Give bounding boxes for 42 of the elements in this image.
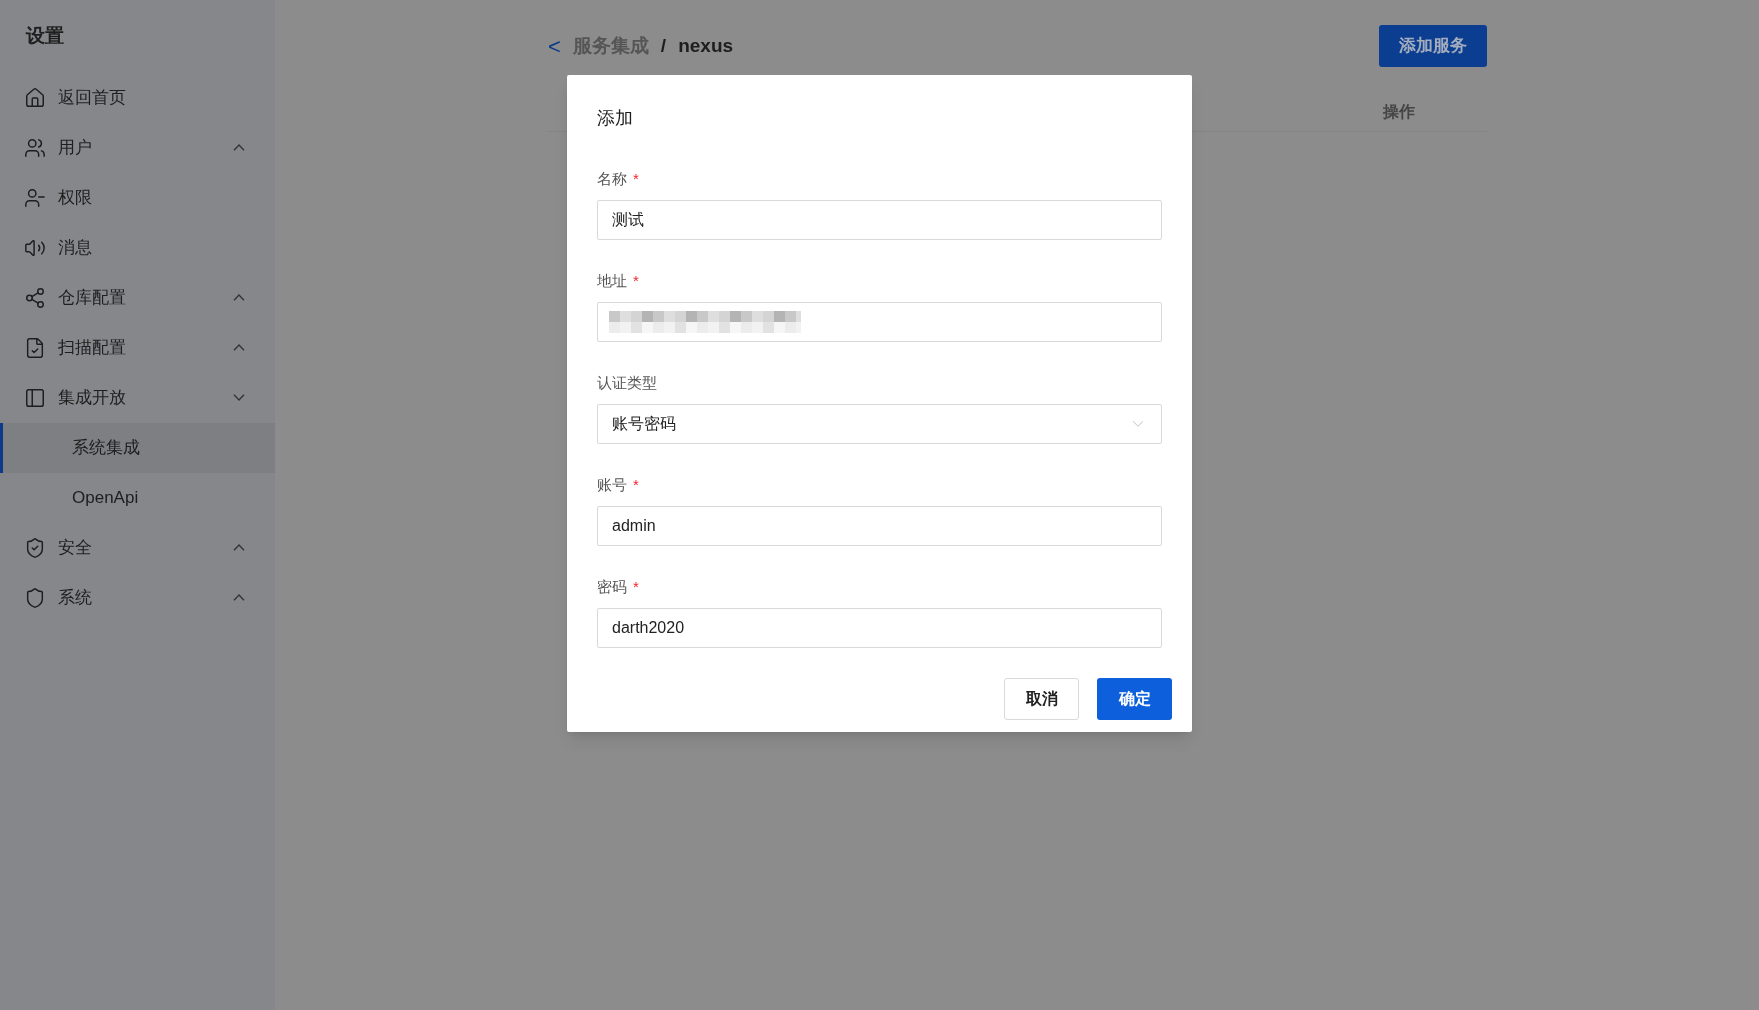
sidebar-subitem[interactable]: 系统集成 [0,422,275,473]
required-mark: * [633,270,639,291]
sidebar-item[interactable]: 集成开放 [0,372,275,423]
field-label: 地址 [597,270,627,291]
sidebar-subitem[interactable]: OpenApi [0,472,275,523]
field-label: 密码 [597,576,627,597]
column-header: 操作 [1383,101,1415,122]
user-icon [24,186,46,209]
breadcrumb-current: nexus [678,33,734,58]
shield-check-icon [24,536,46,559]
sidebar-title: 设置 [24,24,65,48]
shield-icon [24,586,46,609]
cancel-button[interactable]: 取消 [1004,678,1079,720]
back-link[interactable]: < [548,29,561,63]
input-field[interactable]: darth2020 [597,608,1162,648]
sidebar-item[interactable]: 返回首页 [0,72,275,123]
sidebar-item[interactable]: 安全 [0,522,275,573]
nodes-icon [24,286,46,309]
required-mark: * [633,474,639,495]
sidebar-item[interactable]: 权限 [0,172,275,223]
sidebar-item[interactable]: 用户 [0,122,275,173]
field-label: 账号 [597,474,627,495]
add-service-button[interactable]: 添加服务 [1379,25,1487,67]
field-label: 名称 [597,168,627,189]
required-mark: * [633,168,639,189]
panel-icon [24,386,46,409]
select-field[interactable]: 账号密码 [597,404,1162,444]
sidebar-item[interactable]: 消息 [0,222,275,273]
confirm-button[interactable]: 确定 [1097,678,1172,720]
field-label: 认证类型 [597,372,657,393]
users-icon [24,136,46,159]
file-check-icon [24,336,46,359]
sidebar-item[interactable]: 仓库配置 [0,272,275,323]
breadcrumb-separator: / [660,33,667,58]
sidebar-item[interactable]: 扫描配置 [0,322,275,373]
home-icon [24,86,46,109]
sidebar-item[interactable]: 系统 [0,572,275,623]
required-mark: * [633,576,639,597]
input-field[interactable]: 测试 [597,200,1162,240]
dialog-title: 添加 [597,107,634,130]
input-field[interactable]: admin [597,506,1162,546]
input-field[interactable] [597,302,1162,342]
